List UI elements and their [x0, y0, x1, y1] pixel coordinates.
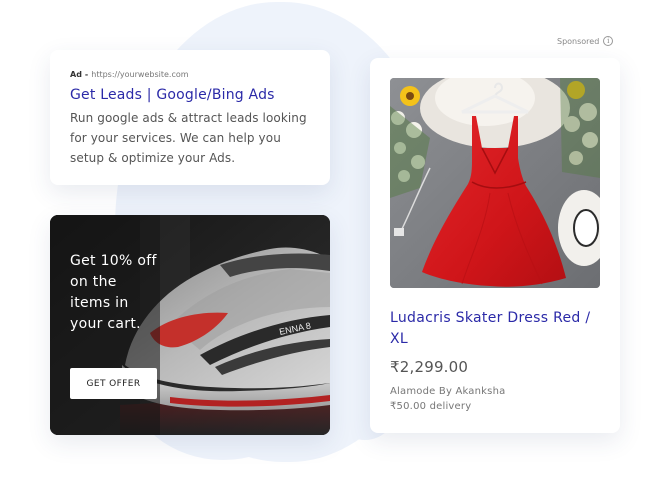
product-image[interactable]	[390, 78, 600, 288]
red-dress-photo	[390, 78, 600, 288]
ad-label: Ad	[70, 70, 82, 79]
product-delivery: ₹50.00 delivery	[390, 401, 472, 412]
product-price: ₹2,299.00	[390, 358, 469, 376]
offer-text: Get 10% off on the items in your cart.	[70, 253, 157, 332]
get-offer-button[interactable]: GET OFFER	[70, 368, 157, 399]
ad-description: Run google ads & attract leads looking f…	[70, 111, 307, 165]
sponsored-label: Sponsored	[557, 36, 600, 46]
info-icon[interactable]: i	[603, 36, 614, 46]
product-card[interactable]: Ludacris Skater Dress Red / XL ₹2,299.00…	[370, 58, 620, 433]
search-ad-card[interactable]: Ad - https://yourwebsite.com Get Leads |…	[50, 50, 330, 185]
ad-url[interactable]: https://yourwebsite.com	[91, 70, 188, 79]
product-title[interactable]: Ludacris Skater Dress Red / XL	[390, 308, 600, 350]
ad-headline-link[interactable]: Get Leads | Google/Bing Ads	[70, 87, 310, 103]
sponsored-label-row: Sponsored i	[557, 36, 614, 46]
offer-card[interactable]: ENNA 8 Get 10% off on the items in your …	[50, 215, 330, 435]
ad-url-line: Ad - https://yourwebsite.com	[70, 70, 310, 79]
product-seller: Alamode By Akanksha	[390, 386, 506, 397]
ad-separator: -	[84, 70, 89, 79]
